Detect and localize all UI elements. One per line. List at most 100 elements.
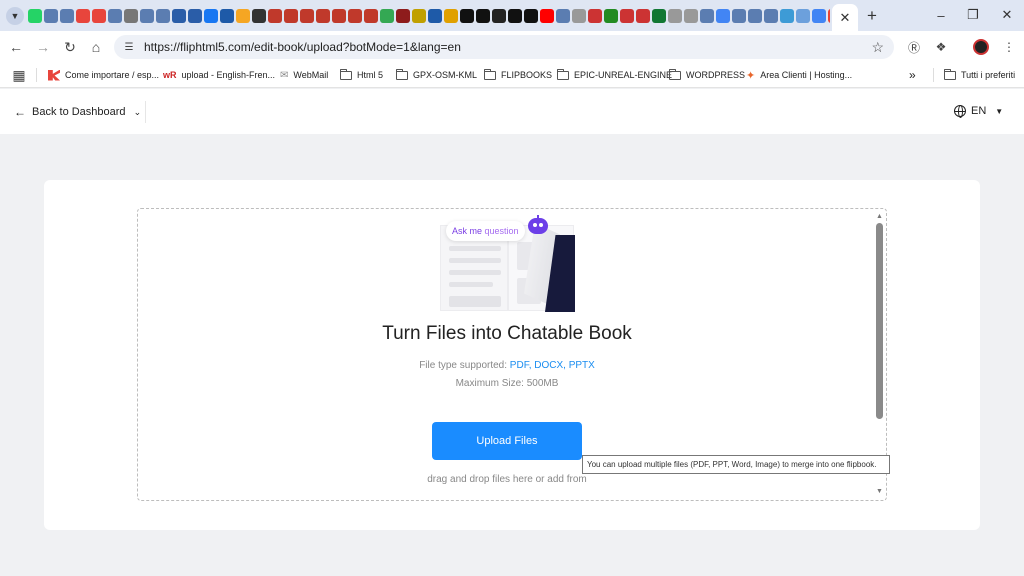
tab-search-chevron-icon[interactable]: ▼ bbox=[6, 7, 24, 25]
tab-favicon-icon[interactable] bbox=[380, 9, 394, 23]
file-types-label: File type supported: bbox=[419, 360, 510, 371]
apps-grid-icon[interactable]: ▦ bbox=[9, 65, 29, 85]
tab-favicon-icon[interactable] bbox=[460, 9, 474, 23]
tab-favicon-icon[interactable] bbox=[524, 9, 538, 23]
tab-favicon-icon[interactable] bbox=[668, 9, 682, 23]
bookmark-label: Area Clienti | Hosting... bbox=[760, 70, 853, 80]
tab-favicon-icon[interactable] bbox=[556, 9, 570, 23]
tab-favicon-icon[interactable] bbox=[796, 9, 810, 23]
tab-favicon-icon[interactable] bbox=[156, 9, 170, 23]
tab-favicon-icon[interactable] bbox=[76, 9, 90, 23]
dropzone-scrollbar[interactable]: ▲ ▼ bbox=[876, 213, 883, 495]
folder-icon bbox=[556, 68, 569, 80]
tab-favicon-icon[interactable] bbox=[780, 9, 794, 23]
tab-favicon-icon[interactable] bbox=[124, 9, 138, 23]
tab-favicon-icon[interactable] bbox=[716, 9, 730, 23]
tab-favicon-icon[interactable] bbox=[252, 9, 266, 23]
new-tab-plus-icon[interactable]: + bbox=[862, 6, 882, 26]
tab-favicon-icon[interactable] bbox=[700, 9, 714, 23]
tab-favicon-icon[interactable] bbox=[428, 9, 442, 23]
bookmark-item[interactable]: ✉ WebMail bbox=[280, 68, 328, 82]
tab-favicon-icon[interactable] bbox=[204, 9, 218, 23]
language-selector[interactable]: EN ▼ bbox=[954, 105, 1003, 118]
browser-menu-icon[interactable]: ⋮ bbox=[1000, 38, 1018, 56]
tab-favicon-icon[interactable] bbox=[588, 9, 602, 23]
bookmark-star-icon[interactable]: ☆ bbox=[871, 39, 884, 56]
tab-favicon-icon[interactable] bbox=[604, 9, 618, 23]
tab-favicon-icon[interactable] bbox=[44, 9, 58, 23]
bookmark-folder[interactable]: WORDPRESS bbox=[668, 68, 745, 82]
tab-favicon-icon[interactable] bbox=[332, 9, 346, 23]
restore-window-icon[interactable]: ❐ bbox=[962, 5, 984, 25]
tab-favicon-icon[interactable] bbox=[188, 9, 202, 23]
header-divider bbox=[145, 101, 146, 123]
browser-tab-strip: ▼ ✕ + – ❐ ✕ bbox=[0, 0, 1024, 31]
tab-favicon-icon[interactable] bbox=[492, 9, 506, 23]
tab-favicon-icon[interactable] bbox=[828, 9, 830, 23]
bookmark-folder[interactable]: FLIPBOOKS bbox=[483, 68, 552, 82]
tab-favicon-icon[interactable] bbox=[172, 9, 186, 23]
close-window-icon[interactable]: ✕ bbox=[996, 5, 1018, 25]
tab-favicon-icon[interactable] bbox=[92, 9, 106, 23]
tab-favicon-icon[interactable] bbox=[652, 9, 666, 23]
sparkle-icon: ✦ bbox=[746, 69, 756, 82]
tab-favicon-icon[interactable] bbox=[748, 9, 762, 23]
tab-favicon-icon[interactable] bbox=[572, 9, 586, 23]
page-header: ← Back to Dashboard ⌄ EN ▼ bbox=[0, 89, 1024, 134]
tab-favicon-icon[interactable] bbox=[476, 9, 490, 23]
site-settings-icon[interactable]: ☰ bbox=[122, 40, 136, 54]
bookmark-item[interactable]: wR upload - English-Fren... bbox=[163, 68, 275, 82]
all-bookmarks-folder[interactable]: Tutti i preferiti bbox=[943, 68, 1015, 82]
reload-icon[interactable]: ↻ bbox=[60, 37, 80, 57]
tab-favicon-icon[interactable] bbox=[732, 9, 746, 23]
scroll-down-arrow-icon[interactable]: ▼ bbox=[876, 488, 883, 495]
tab-favicon-icon[interactable] bbox=[28, 9, 42, 23]
tab-favicon-icon[interactable] bbox=[444, 9, 458, 23]
address-bar[interactable]: ☰ https://fliphtml5.com/edit-book/upload… bbox=[114, 35, 894, 59]
bookmark-item[interactable]: ✦ Area Clienti | Hosting... bbox=[746, 68, 852, 82]
tab-favicon-icon[interactable] bbox=[412, 9, 426, 23]
bookmarks-divider bbox=[933, 68, 934, 82]
bookmark-folder[interactable]: Html 5 bbox=[339, 68, 383, 82]
forward-arrow-icon[interactable]: → bbox=[33, 37, 53, 57]
tab-favicon-icon[interactable] bbox=[348, 9, 362, 23]
bookmark-folder[interactable]: EPIC-UNREAL-ENGINE bbox=[556, 68, 672, 82]
tab-favicon-icon[interactable] bbox=[620, 9, 634, 23]
tab-favicon-icon[interactable] bbox=[236, 9, 250, 23]
tab-favicon-icon[interactable] bbox=[508, 9, 522, 23]
tab-favicon-icon[interactable] bbox=[764, 9, 778, 23]
url-text[interactable]: https://fliphtml5.com/edit-book/upload?b… bbox=[144, 40, 461, 54]
scroll-up-arrow-icon[interactable]: ▲ bbox=[876, 213, 883, 220]
minimize-icon[interactable]: – bbox=[930, 5, 952, 25]
tab-favicon-icon[interactable] bbox=[108, 9, 122, 23]
back-to-dashboard-button[interactable]: ← Back to Dashboard ⌄ bbox=[14, 105, 141, 119]
back-arrow-icon[interactable]: ← bbox=[6, 37, 26, 57]
tab-favicon-icon[interactable] bbox=[316, 9, 330, 23]
bookmark-item[interactable]: Come importare / esp... bbox=[48, 68, 159, 82]
upload-files-button[interactable]: Upload Files bbox=[432, 422, 582, 460]
more-bookmarks-chevron-icon[interactable]: » bbox=[909, 68, 916, 82]
tab-favicon-icon[interactable] bbox=[636, 9, 650, 23]
tab-favicon-icon[interactable] bbox=[364, 9, 378, 23]
tab-favicon-icon[interactable] bbox=[812, 9, 826, 23]
ask-me-question-bubble[interactable]: Ask me question bbox=[446, 221, 525, 241]
tab-favicon-icon[interactable] bbox=[60, 9, 74, 23]
profile-avatar[interactable] bbox=[973, 39, 989, 55]
tab-favicon-icon[interactable] bbox=[540, 9, 554, 23]
bookmark-folder[interactable]: GPX-OSM-KML bbox=[395, 68, 477, 82]
home-icon[interactable]: ⌂ bbox=[86, 37, 106, 57]
chatable-book-illustration: Ask me question bbox=[438, 215, 578, 312]
pinned-tabs-favicons[interactable] bbox=[28, 7, 830, 25]
wordpress-extension-icon[interactable]: Ⓡ bbox=[905, 38, 923, 56]
tab-favicon-icon[interactable] bbox=[220, 9, 234, 23]
tab-favicon-icon[interactable] bbox=[396, 9, 410, 23]
scrollbar-thumb[interactable] bbox=[876, 223, 883, 419]
extensions-puzzle-icon[interactable]: ❖ bbox=[932, 38, 950, 56]
tab-favicon-icon[interactable] bbox=[300, 9, 314, 23]
active-tab-close-icon[interactable]: ✕ bbox=[832, 4, 858, 31]
tab-favicon-icon[interactable] bbox=[140, 9, 154, 23]
robot-assistant-icon[interactable] bbox=[527, 215, 549, 235]
tab-favicon-icon[interactable] bbox=[268, 9, 282, 23]
tab-favicon-icon[interactable] bbox=[284, 9, 298, 23]
tab-favicon-icon[interactable] bbox=[684, 9, 698, 23]
